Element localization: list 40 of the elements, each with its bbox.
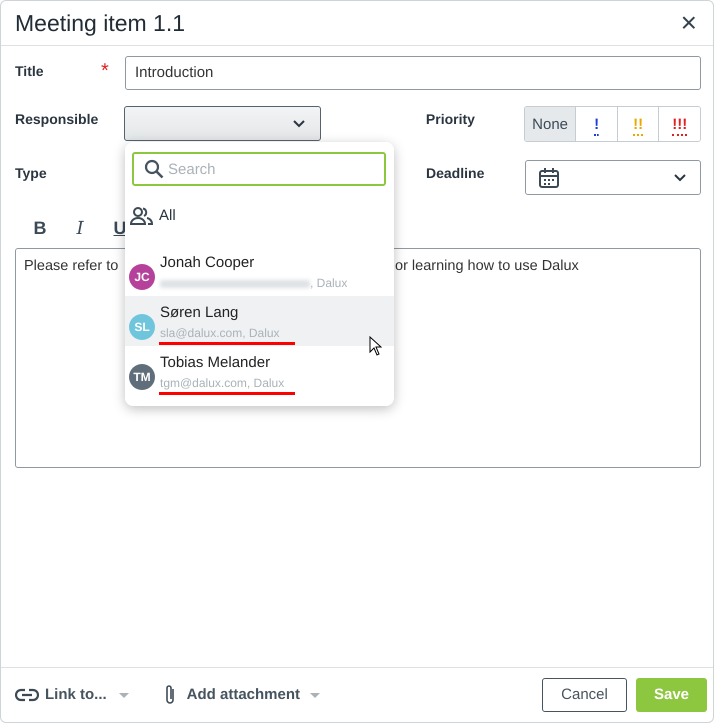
menu-item[interactable]: All	[159, 204, 176, 228]
search-icon	[144, 159, 164, 179]
avatar: JC	[129, 264, 155, 290]
field-label: Responsible	[15, 110, 100, 129]
required-mark: *	[101, 59, 110, 84]
link-icon	[15, 688, 39, 702]
person-email: , Dalux	[310, 276, 348, 291]
responsible-select[interactable]	[124, 106, 321, 141]
field-label: Title	[15, 62, 45, 81]
chevron-down-icon	[292, 119, 306, 128]
person-name: Jonah Cooper	[160, 254, 256, 272]
search-field[interactable]: Search	[132, 152, 386, 186]
person-item[interactable]: JC Jonah Cooper , Dalux	[125, 246, 394, 296]
priority-option[interactable]: !!!	[658, 107, 700, 141]
people-icon	[130, 207, 154, 225]
close-button[interactable]: ×	[676, 9, 701, 37]
priority-option[interactable]: None	[524, 107, 576, 141]
editor-text: Please refer to	[24, 257, 118, 276]
title-field[interactable]: Introduction	[125, 56, 701, 90]
field-label: Deadline	[426, 164, 486, 183]
person-item[interactable]: TM Tobias Melander tgm@dalux.com, Dalux	[125, 346, 394, 396]
person-email: tgm@dalux.com, Dalux	[160, 376, 284, 391]
editor-text: or learning how to use Dalux	[395, 257, 579, 276]
calendar-icon	[538, 166, 560, 188]
chevron-down-icon	[674, 174, 686, 182]
link-button[interactable]: Link to...	[15, 684, 129, 706]
avatar: TM	[129, 364, 155, 390]
deadline-select[interactable]	[525, 160, 701, 195]
field-label: Type	[15, 164, 47, 183]
field-label: Priority	[426, 110, 476, 129]
person-name: Tobias Melander	[160, 354, 272, 372]
cancel-button[interactable]: Cancel	[542, 678, 627, 712]
dialog-title: Meeting item 1.1	[15, 8, 186, 38]
italic-button[interactable]: I	[71, 215, 89, 242]
avatar: SL	[129, 314, 155, 340]
attachment-button[interactable]: Add attachment	[162, 683, 320, 707]
person-name: Søren Lang	[160, 304, 240, 322]
cursor-icon	[369, 336, 383, 356]
bold-button[interactable]: B	[31, 215, 49, 242]
person-email: sla@dalux.com, Dalux	[160, 326, 280, 341]
